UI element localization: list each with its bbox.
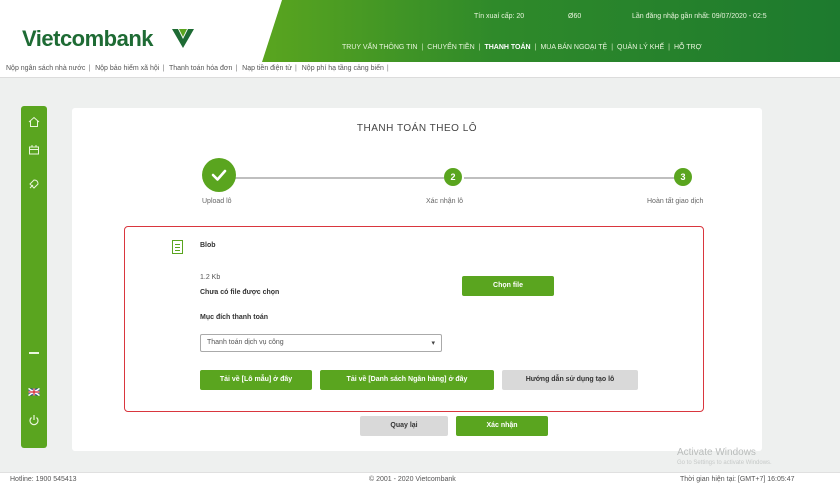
- step-2-label: Xác nhận lô: [426, 198, 463, 205]
- nav-item-fx[interactable]: MUA BÁN NGOẠI TỆ: [540, 44, 607, 51]
- page-title: THANH TOÁN THEO LÔ: [356, 123, 478, 134]
- step-3-label: Hoàn tất giao dịch: [647, 198, 704, 205]
- id-info: Ø60: [568, 13, 582, 20]
- step-connector-2: [464, 177, 676, 179]
- minus-icon[interactable]: [29, 352, 39, 354]
- subnav-state-budget[interactable]: Nộp ngân sách nhà nước: [6, 65, 85, 72]
- nav-item-query[interactable]: TRUY VẤN THÔNG TIN: [342, 44, 417, 51]
- subnav-port-fee[interactable]: Nộp phí hạ tầng cảng biển: [302, 65, 384, 72]
- credit-info: Tín xuaí cấp: 20: [474, 13, 525, 20]
- header: Vietcombank Tín xuaí cấp: 20 Ø60 Lần đăn…: [0, 0, 840, 62]
- flag-uk-icon[interactable]: [28, 386, 40, 398]
- hotline-text: Hotline: 1900 545413: [10, 476, 77, 483]
- nav-item-manage[interactable]: QUẢN LÝ KHẾ: [617, 44, 664, 51]
- vietcombank-logo[interactable]: Vietcombank: [22, 26, 154, 52]
- nav-item-payment[interactable]: THANH TOÁN: [484, 44, 530, 51]
- rocket-icon[interactable]: [28, 178, 40, 190]
- main-nav: TRUY VẤN THÔNG TIN | CHUYỂN TIỀN | THANH T…: [342, 44, 702, 51]
- card-icon[interactable]: [28, 144, 40, 156]
- header-band: [262, 0, 840, 62]
- step-3-circle: 3: [674, 168, 692, 186]
- last-login-info: Lần đăng nhập gần nhất: 09/07/2020 - 02:…: [632, 13, 767, 20]
- nav-item-support[interactable]: HỖ TRỢ: [674, 44, 702, 51]
- current-time-text: Thời gian hiện tại: [GMT+7] 16:05:47: [680, 476, 795, 483]
- step-1-label: Upload lô: [202, 198, 232, 205]
- highlight-box: [124, 226, 704, 412]
- nav-item-transfer[interactable]: CHUYỂN TIỀN: [427, 44, 474, 51]
- footer: Hotline: 1900 545413 © 2001 - 2020 Vietc…: [0, 472, 840, 487]
- copyright-text: © 2001 - 2020 Vietcombank: [369, 476, 456, 483]
- check-icon: [211, 169, 227, 181]
- step-connector-1: [232, 177, 444, 179]
- subnav-topup[interactable]: Nạp tiền điện tử: [242, 65, 292, 72]
- back-button[interactable]: Quay lại: [360, 416, 448, 436]
- activate-windows-title: Activate Windows: [677, 447, 756, 458]
- subnav-bill-payment[interactable]: Thanh toán hóa đơn: [169, 65, 232, 72]
- payment-subnav: Nộp ngân sách nhà nước | Nộp bảo hiểm xã …: [0, 62, 840, 78]
- logo-mark-icon: [172, 29, 194, 48]
- step-1-circle: [202, 158, 236, 192]
- step-2-circle: 2: [444, 168, 462, 186]
- power-icon[interactable]: [28, 414, 40, 426]
- home-icon[interactable]: [28, 116, 40, 128]
- subnav-social-insurance[interactable]: Nộp bảo hiểm xã hội: [95, 65, 159, 72]
- left-sidebar: [21, 106, 47, 448]
- activate-windows-subtitle: Go to Settings to activate Windows.: [677, 460, 772, 466]
- confirm-button[interactable]: Xác nhận: [456, 416, 548, 436]
